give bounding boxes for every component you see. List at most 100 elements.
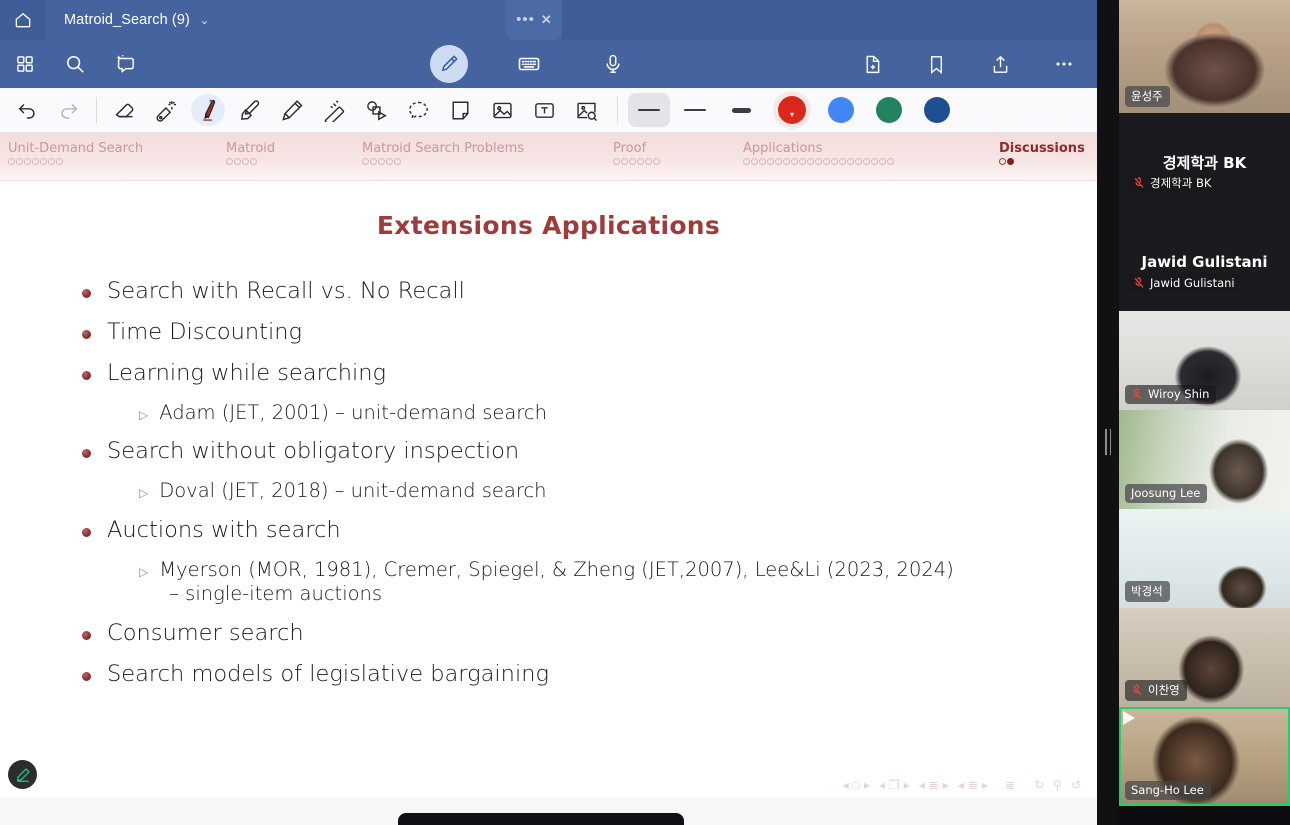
ai-chat-button[interactable] — [102, 44, 148, 84]
beamer-nav-section[interactable]: Discussions — [999, 141, 1085, 165]
nav-right-arrow-icon[interactable]: ▸ — [904, 778, 910, 792]
beamer-nav-dot[interactable] — [823, 158, 830, 165]
beamer-nav-dot[interactable] — [16, 158, 23, 165]
beamer-nav-dot[interactable] — [362, 158, 369, 165]
panel-resize-handle[interactable] — [1098, 425, 1118, 459]
beamer-nav-dot[interactable] — [887, 158, 894, 165]
color-blue-swatch[interactable] — [828, 97, 854, 123]
participant-tile[interactable]: 윤성주 — [1119, 0, 1290, 113]
beamer-nav-dot[interactable] — [743, 158, 750, 165]
beamer-nav-dot[interactable] — [871, 158, 878, 165]
pen-tool-button[interactable] — [187, 92, 229, 128]
beamer-search-icon[interactable]: ⚲ — [1053, 778, 1062, 792]
beamer-subsection-nav[interactable]: ◂ ≣ ▸ — [919, 778, 949, 792]
participant-video-panel[interactable]: 윤성주 경제학과 BK 경제학과 BK Jawid Gulistani Jawid Gu… — [1119, 0, 1290, 825]
beamer-nav-dot[interactable] — [759, 158, 766, 165]
nav-left-arrow-icon[interactable]: ◂ — [843, 778, 849, 792]
beamer-nav-dot[interactable] — [775, 158, 782, 165]
beamer-nav-section[interactable]: Proof — [613, 141, 660, 165]
beamer-nav-dot[interactable] — [645, 158, 652, 165]
beamer-slide-nav[interactable]: ◂ □ ▸ — [843, 778, 870, 792]
participant-tile[interactable]: 경제학과 BK 경제학과 BK — [1119, 113, 1290, 212]
search-button[interactable] — [52, 44, 98, 84]
beamer-nav-dot[interactable] — [378, 158, 385, 165]
annotate-mode-button[interactable] — [430, 45, 468, 83]
beamer-nav-section[interactable]: Unit-Demand Search — [8, 141, 143, 165]
lasso-select-button[interactable] — [397, 92, 439, 128]
color-red-swatch[interactable]: ▾ — [773, 91, 811, 129]
beamer-nav-dot[interactable] — [799, 158, 806, 165]
beamer-nav-dot[interactable] — [751, 158, 758, 165]
screen-capture-button[interactable] — [565, 92, 607, 128]
beamer-nav-dot[interactable] — [767, 158, 774, 165]
beamer-doc-icon[interactable]: ≣ — [1005, 778, 1015, 792]
microphone-button[interactable] — [590, 44, 636, 84]
edit-pencil-fab[interactable] — [8, 760, 37, 789]
beamer-nav-section[interactable]: Applications — [743, 141, 894, 165]
stroke-medium-button[interactable] — [674, 93, 716, 127]
slide-canvas[interactable]: Unit-Demand Search Matroid Matroid Search … — [0, 133, 1097, 825]
insert-image-button[interactable] — [481, 92, 523, 128]
beamer-nav-dot[interactable] — [879, 158, 886, 165]
sticky-note-button[interactable] — [439, 92, 481, 128]
undo-button[interactable] — [6, 92, 48, 128]
beamer-nav-dot[interactable] — [386, 158, 393, 165]
beamer-section-nav[interactable]: Unit-Demand Search Matroid Matroid Search … — [0, 133, 1097, 181]
beamer-nav-dot[interactable] — [839, 158, 846, 165]
nav-right-arrow-icon[interactable]: ▸ — [864, 778, 870, 792]
beamer-back-icon[interactable]: ↻ — [1034, 778, 1044, 792]
color-navy-swatch[interactable] — [924, 97, 950, 123]
color-green-swatch[interactable] — [876, 97, 902, 123]
beamer-nav-dot[interactable] — [629, 158, 636, 165]
pencil-button[interactable] — [271, 92, 313, 128]
home-button[interactable] — [0, 0, 46, 40]
floating-toolbar-pill[interactable] — [398, 813, 684, 825]
beamer-nav-dot[interactable] — [847, 158, 854, 165]
beamer-nav-dot[interactable] — [783, 158, 790, 165]
beamer-section-nav-footer[interactable]: ◂ ≣ ▸ — [958, 778, 988, 792]
nav-left-arrow-icon[interactable]: ◂ — [879, 778, 885, 792]
beamer-nav-dot[interactable] — [999, 158, 1006, 165]
beamer-nav-dot[interactable] — [242, 158, 249, 165]
participant-tile[interactable]: Sang-Ho Lee — [1119, 707, 1290, 806]
beamer-nav-dot[interactable] — [234, 158, 241, 165]
keyboard-button[interactable] — [506, 44, 552, 84]
beamer-nav-dot[interactable] — [56, 158, 63, 165]
close-icon[interactable]: ✕ — [541, 12, 552, 28]
participant-tile[interactable]: Wiroy Shin — [1119, 311, 1290, 410]
participant-tile[interactable]: Jawid Gulistani Jawid Gulistani — [1119, 212, 1290, 311]
beamer-nav-dot[interactable] — [791, 158, 798, 165]
beamer-nav-dot[interactable] — [370, 158, 377, 165]
participant-tile[interactable]: Joosung Lee — [1119, 410, 1290, 509]
beamer-nav-dot[interactable] — [1007, 158, 1014, 165]
beamer-nav-dot[interactable] — [32, 158, 39, 165]
more-options-button[interactable] — [1041, 44, 1087, 84]
beamer-nav-dot[interactable] — [394, 158, 401, 165]
nav-left-arrow-icon[interactable]: ◂ — [919, 778, 925, 792]
eraser-button[interactable] — [103, 92, 145, 128]
tab-more-icon[interactable]: ••• — [516, 12, 535, 27]
beamer-nav-dot[interactable] — [613, 158, 620, 165]
beamer-nav-dot[interactable] — [831, 158, 838, 165]
beamer-nav-section[interactable]: Matroid — [226, 141, 275, 165]
beamer-nav-dot[interactable] — [863, 158, 870, 165]
participant-tile[interactable]: 박경석 — [1119, 509, 1290, 608]
beamer-nav-dot[interactable] — [653, 158, 660, 165]
marker-button[interactable] — [229, 92, 271, 128]
beamer-nav-section[interactable]: Matroid Search Problems — [362, 141, 524, 165]
beamer-nav-dot[interactable] — [250, 158, 257, 165]
beamer-nav-dot[interactable] — [24, 158, 31, 165]
document-tab[interactable]: Matroid_Search (9) ⌄ — [46, 0, 506, 40]
ruler-button[interactable] — [313, 92, 355, 128]
apps-grid-button[interactable] — [2, 44, 48, 84]
beamer-nav-dot[interactable] — [48, 158, 55, 165]
beamer-frame-nav[interactable]: ◂ ❐ ▸ — [879, 778, 910, 792]
participant-tile[interactable]: 이찬영 — [1119, 608, 1290, 707]
beamer-nav-dot[interactable] — [621, 158, 628, 165]
nav-right-arrow-icon[interactable]: ▸ — [982, 778, 988, 792]
new-page-button[interactable] — [849, 44, 895, 84]
shapes-button[interactable] — [355, 92, 397, 128]
beamer-nav-dot[interactable] — [815, 158, 822, 165]
beamer-nav-dot[interactable] — [807, 158, 814, 165]
beamer-footer-nav[interactable]: ◂ □ ▸ ◂ ❐ ▸ ◂ ≣ ▸ ◂ ≣ ▸ ≣ ↻ ⚲ ↺ — [843, 778, 1081, 792]
